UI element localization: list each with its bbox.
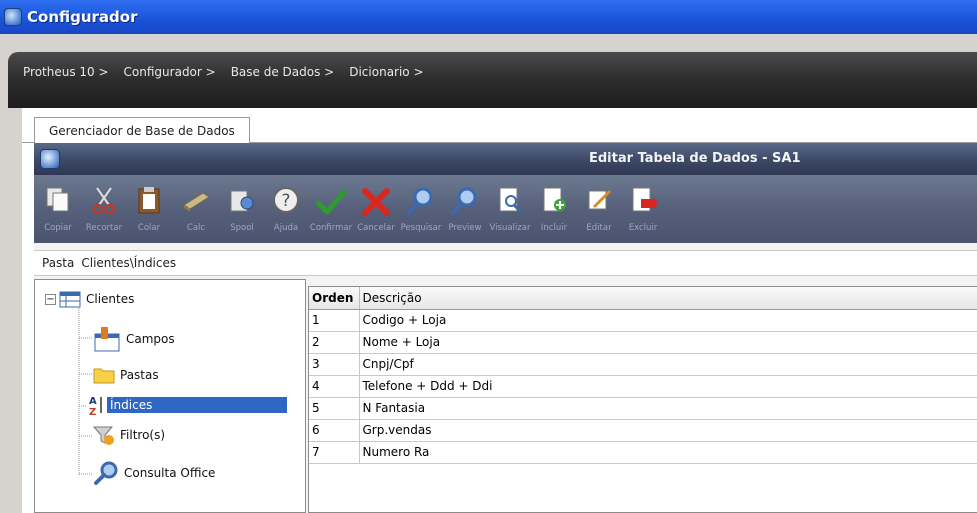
edit-pencil-icon xyxy=(582,185,616,219)
grid-header-row: Orden Descrição xyxy=(309,287,977,310)
tree-item-label: Pastas xyxy=(120,368,159,382)
index-grid-panel: Orden Descrição 1 Codigo + Loja 2 Nome + L… xyxy=(308,286,977,513)
column-header-descricao[interactable]: Descrição xyxy=(359,287,977,310)
view-document-icon xyxy=(493,185,527,219)
editor-titlebar: Editar Tabela de Dados - SA1 xyxy=(34,143,977,175)
tree-item-label: Filtro(s) xyxy=(120,428,166,442)
tree-root-label: Clientes xyxy=(86,292,135,306)
editor-toolbar: Copiar Recortar Colar Calc Spool ? Ajuda… xyxy=(34,175,977,243)
table-icon xyxy=(59,288,81,310)
paste-icon xyxy=(132,185,166,219)
index-grid: Orden Descrição 1 Codigo + Loja 2 Nome + L… xyxy=(309,287,977,464)
pasta-label: Pasta xyxy=(42,256,75,270)
tree-item-pastas[interactable]: Pastas xyxy=(93,364,162,386)
copy-icon xyxy=(41,185,75,219)
fields-icon xyxy=(93,325,121,353)
pasta-bar: Pasta Clientes\Índices xyxy=(34,250,977,276)
checkmark-icon xyxy=(314,185,348,219)
magnifier-icon xyxy=(93,460,119,486)
tree-root-clientes[interactable]: − Clientes xyxy=(45,288,137,310)
cut-button[interactable]: Recortar xyxy=(84,175,124,243)
table-row[interactable]: 5N Fantasia xyxy=(309,397,977,420)
tree-item-indices[interactable]: AZ Índices xyxy=(87,394,287,418)
row-order: 4 xyxy=(309,375,360,398)
tree-panel: − Clientes Campos Pastas AZ Índices Filt… xyxy=(34,279,306,513)
row-description: Nome + Loja xyxy=(359,331,977,354)
row-description: Telefone + Ddd + Ddi xyxy=(359,375,977,398)
calc-button[interactable]: Calc xyxy=(176,175,216,243)
row-description: N Fantasia xyxy=(359,397,977,420)
row-order: 7 xyxy=(309,441,360,464)
table-row[interactable]: 6 Grp.vendas xyxy=(309,419,977,442)
sort-az-icon: AZ xyxy=(87,394,105,418)
copy-button[interactable]: Copiar xyxy=(38,175,78,243)
breadcrumb-configurador[interactable]: Configurador > xyxy=(118,65,225,79)
editor-title: Editar Tabela de Dados - SA1 xyxy=(589,151,801,166)
tree-item-label: Campos xyxy=(126,332,175,346)
filter-icon xyxy=(92,424,115,446)
table-row[interactable]: 1 Codigo + Loja xyxy=(309,309,977,332)
app-icon xyxy=(4,8,22,26)
help-button[interactable]: ? Ajuda xyxy=(266,175,306,243)
search-icon xyxy=(404,185,438,219)
table-row[interactable]: 3 Cnpj/Cpf xyxy=(309,353,977,376)
help-icon: ? xyxy=(269,185,303,219)
row-description: Cnpj/Cpf xyxy=(359,353,977,376)
svg-text:?: ? xyxy=(281,191,290,211)
scissors-icon xyxy=(87,185,121,219)
row-order: 5 xyxy=(309,397,360,420)
tree-item-label: Consulta Office xyxy=(124,466,216,480)
table-row[interactable]: 7 Numero Ra xyxy=(309,441,977,464)
delete-document-icon xyxy=(626,185,660,219)
column-header-orden[interactable]: Orden xyxy=(309,287,360,310)
svg-text:A: A xyxy=(89,396,97,407)
tab-gerenciador-base-dados[interactable]: Gerenciador de Base de Dados xyxy=(34,117,250,143)
breadcrumb-protheus[interactable]: Protheus 10 > xyxy=(8,65,118,79)
pasta-path: Clientes\Índices xyxy=(81,256,177,270)
preview-magnifier-icon xyxy=(448,185,482,219)
preview-button[interactable]: Preview xyxy=(445,175,485,243)
cancel-x-icon xyxy=(359,185,393,219)
row-description: Codigo + Loja xyxy=(359,309,977,332)
row-order: 1 xyxy=(309,309,360,332)
row-description: Numero Ra xyxy=(359,441,977,464)
add-button[interactable]: Incluir xyxy=(534,175,574,243)
table-row[interactable]: 2 Nome + Loja xyxy=(309,331,977,354)
row-order: 3 xyxy=(309,353,360,376)
folder-icon xyxy=(93,364,115,386)
table-row[interactable]: 4 Telefone + Ddd + Ddi xyxy=(309,375,977,398)
tree-item-label: Índices xyxy=(107,397,287,413)
row-description: Grp.vendas xyxy=(359,419,977,442)
breadcrumb: Protheus 10 > Configurador > Base de Dad… xyxy=(8,60,433,84)
confirm-button[interactable]: Confirmar xyxy=(310,175,352,243)
tree-item-filtros[interactable]: Filtro(s) xyxy=(92,424,168,446)
row-order: 2 xyxy=(309,331,360,354)
print-spool-icon xyxy=(225,185,259,219)
paste-button[interactable]: Colar xyxy=(129,175,169,243)
window-title: Configurador xyxy=(27,8,138,26)
cancel-button[interactable]: Cancelar xyxy=(356,175,396,243)
delete-button[interactable]: Excluir xyxy=(623,175,663,243)
window-titlebar: Configurador xyxy=(0,0,977,34)
tree-item-campos[interactable]: Campos xyxy=(93,325,178,353)
delete-label: Excluir xyxy=(628,223,658,233)
editor-app-icon xyxy=(40,149,60,169)
calculator-icon xyxy=(179,185,213,219)
collapse-icon[interactable]: − xyxy=(45,293,56,305)
svg-text:Z: Z xyxy=(89,407,96,416)
tree-item-consulta-office[interactable]: Consulta Office xyxy=(93,460,218,486)
breadcrumb-dicionario[interactable]: Dicionario > xyxy=(343,65,432,79)
breadcrumb-base-de-dados[interactable]: Base de Dados > xyxy=(225,65,344,79)
row-order: 6 xyxy=(309,419,360,442)
add-document-icon xyxy=(537,185,571,219)
tab-label: Gerenciador de Base de Dados xyxy=(49,123,235,138)
